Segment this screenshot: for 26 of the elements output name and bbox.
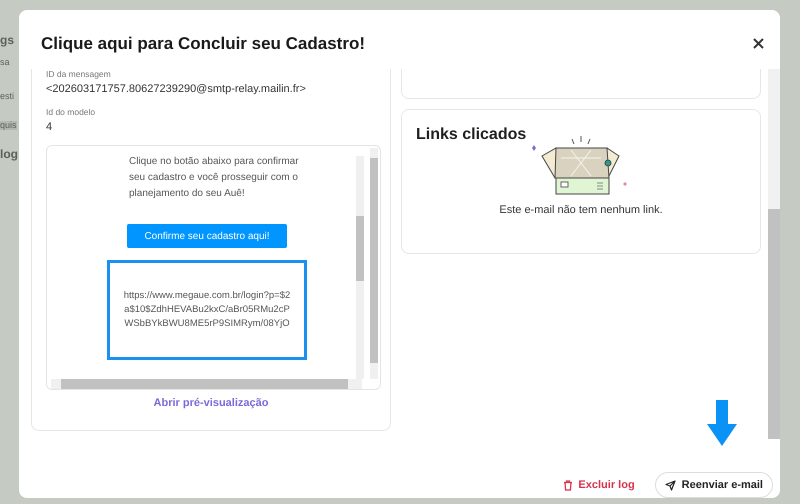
modal-title: Clique aqui para Concluir seu Cadastro! <box>41 34 366 54</box>
send-icon <box>664 480 676 490</box>
scrollbar[interactable] <box>370 148 378 380</box>
resend-email-button[interactable]: Reenviar e-mail <box>654 472 773 498</box>
background-text: sa <box>0 58 10 67</box>
close-icon <box>753 38 764 50</box>
field-value: <202603171757.80627239290@smtp-relay.mailin.fr> <box>46 83 307 96</box>
email-paragraph: Clique no botão abaixo para confirmar seu cadastro e você prosseguir com o planejamento do seu Auê! <box>129 155 300 202</box>
field-label: ID da mensagem <box>46 69 112 80</box>
confirm-button[interactable]: Confirme seu cadastro aqui! <box>127 224 287 248</box>
field-label: Id do modelo <box>46 107 96 118</box>
empty-links-message: Este e-mail não tem nenhum link. <box>498 204 664 216</box>
background-text: quis <box>0 121 17 130</box>
trash-icon <box>563 480 574 490</box>
delete-log-button[interactable]: Excluir log <box>559 475 639 495</box>
scrollbar[interactable] <box>768 69 780 436</box>
field-value: 4 <box>46 121 54 134</box>
background-text: esti <box>0 92 14 101</box>
card-title: Links clicados <box>416 126 528 144</box>
down-arrow-icon <box>707 400 737 446</box>
background-text: log <box>0 148 18 160</box>
open-preview-link[interactable]: Abrir pré-visualização <box>154 397 268 410</box>
login-link-text[interactable]: https://www.megaue.com.br/login?p=$2a$10$ZdhHEVABu2kxC/aBr05RMu2cPWSbBYkBWU8ME5rP9SIMRym/08YjO <box>107 260 307 360</box>
scrollbar[interactable] <box>356 156 364 380</box>
background-text: gs <box>0 34 14 46</box>
horizontal-scrollbar[interactable] <box>51 379 362 390</box>
